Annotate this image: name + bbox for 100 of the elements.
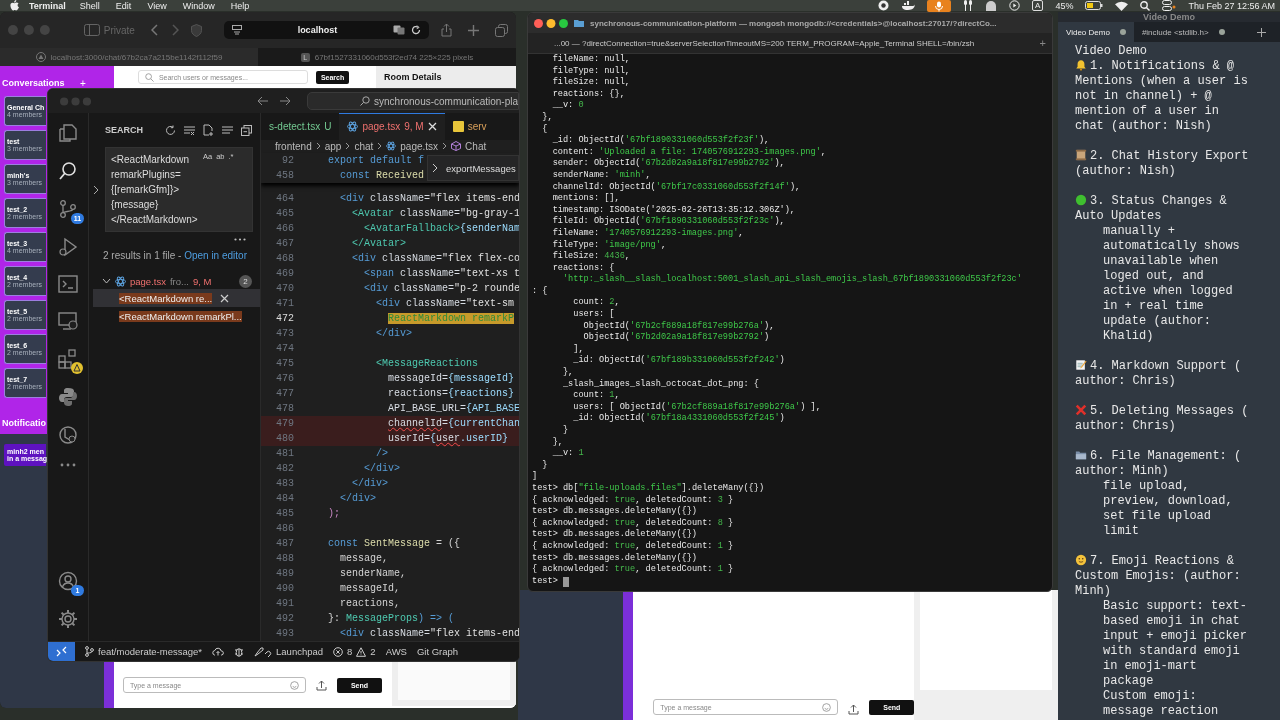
terminal-line: } (541, 459, 549, 472)
close-icon[interactable] (427, 122, 437, 132)
terminal-icon[interactable] (58, 275, 78, 293)
cloud-upload-icon[interactable] (212, 647, 225, 656)
refresh-icon[interactable] (165, 124, 176, 136)
terminal-line: senderName: 'minh', (551, 169, 652, 182)
back-icon[interactable] (257, 96, 270, 106)
results-summary: 2 results in 1 file - Open in editor (103, 249, 248, 263)
share-icon[interactable] (441, 23, 452, 37)
search-result-item[interactable]: <ReactMarkdown remarkPl... (93, 307, 260, 325)
chevron-right-icon (442, 142, 448, 151)
open-in-editor-link[interactable]: Open in editor (184, 250, 247, 261)
command-center[interactable]: synchronous-communication-pla (307, 92, 519, 110)
account-icon[interactable] (58, 571, 78, 591)
search-icon[interactable] (1140, 0, 1151, 11)
search-result-item[interactable]: <ReactMarkdown re... (93, 289, 260, 307)
terminal-line: users: [ (572, 309, 616, 321)
terminal-line: fileName: '1740576912293-images.png', (551, 227, 745, 240)
record-icon[interactable] (878, 0, 890, 11)
menu-item[interactable]: Edit (115, 0, 132, 11)
battery-icon[interactable] (1085, 1, 1104, 10)
lines-icon[interactable] (222, 124, 233, 136)
menu-item[interactable]: View (147, 0, 167, 11)
editor-tab[interactable]: Video Demo (1058, 22, 1134, 42)
files-icon[interactable] (58, 123, 78, 143)
git-graph-button[interactable]: Git Graph (416, 646, 459, 657)
terminal-line: ], (572, 343, 585, 355)
new-file-icon[interactable] (203, 124, 214, 136)
terminal-line: _id: ObjectId('67bf18a4331060d553f2f245') (572, 413, 786, 425)
plus-icon[interactable] (468, 24, 479, 36)
remote-button[interactable] (48, 642, 75, 661)
bug-icon[interactable] (234, 646, 245, 657)
clock[interactable]: Thu Feb 27 12:56 AM (1188, 0, 1275, 11)
menu-item[interactable]: Window (182, 0, 215, 11)
editor-tab[interactable]: s-detect.tsx U (261, 113, 340, 140)
wifi-icon[interactable] (1115, 0, 1129, 11)
more-icon[interactable] (60, 463, 76, 467)
code-line: </div> (375, 328, 413, 339)
editor-tab[interactable]: page.tsx 9, M (339, 113, 445, 140)
plus-icon[interactable] (1257, 27, 1266, 37)
breadcrumb-item[interactable]: app (324, 140, 342, 152)
apple-icon[interactable] (10, 0, 19, 11)
line-number: 473 (275, 328, 294, 339)
chevron-right-icon (315, 142, 321, 151)
atom-icon (115, 275, 126, 287)
editor-tab[interactable]: serv (444, 113, 495, 140)
run-debug-icon[interactable] (58, 237, 78, 257)
more-icon[interactable] (234, 238, 246, 241)
launchpad-button[interactable]: Launchpad (254, 646, 324, 657)
terminal-tab[interactable]: ...00 — ?directConnection=true&serverSelectionTimeoutMS=200 TERM_PROGRAM=Apple_Terminal SHELL=/bin/zsh (554, 38, 975, 48)
snakes-icon[interactable] (58, 387, 78, 407)
code-line: const SentMessage = ({ (328, 538, 461, 549)
terminal-line: reactions: { (551, 262, 616, 274)
error-icon (333, 646, 344, 657)
collapse-all-icon[interactable] (241, 124, 252, 136)
play-icon[interactable] (1009, 0, 1021, 11)
menu-item[interactable]: Help (230, 0, 250, 11)
menu-app-name[interactable]: Terminal (29, 0, 66, 11)
terminal-line: count: 1, (572, 390, 621, 402)
line-number: 481 (275, 448, 294, 459)
code-line: <AvatarFallback>{senderNam (363, 223, 519, 234)
window-buttons-icon[interactable] (534, 18, 568, 28)
outline-dropdown[interactable]: exportMessages (427, 155, 519, 181)
problems-indicator[interactable]: 8 2 (333, 646, 376, 657)
sidebar-icon[interactable] (83, 24, 100, 36)
settings-icon[interactable] (58, 609, 78, 629)
close-icon[interactable] (220, 293, 230, 303)
branch-indicator[interactable]: feat/moderate-message* (85, 646, 203, 657)
input-source-indicator[interactable]: A (1032, 0, 1044, 11)
chevron-right-icon[interactable] (93, 184, 100, 195)
breadcrumb-item[interactable]: page.tsx (400, 140, 439, 152)
upload-icon[interactable] (848, 704, 860, 715)
breadcrumb-item[interactable]: frontend (275, 140, 312, 152)
remote-explorer-icon[interactable] (58, 311, 78, 331)
search-icon[interactable] (58, 161, 78, 181)
feature-title: 7. Emoji Reactions & Custom Emojis: (author: Minh) (1075, 554, 1242, 599)
upload-icon[interactable] (315, 679, 327, 691)
new-tab-button[interactable]: + (1039, 37, 1046, 49)
earbuds-icon[interactable] (963, 0, 974, 11)
forward-icon[interactable] (279, 96, 292, 106)
editor-tab[interactable]: #include <stdlib.h> (1133, 22, 1233, 42)
microphone-icon[interactable] (927, 0, 952, 12)
aws-status[interactable]: AWS (385, 646, 407, 657)
extensions-icon[interactable] (58, 349, 78, 369)
line-number: 467 (275, 238, 294, 249)
feature-title: 1. Notifications & @ Mentions (when a user is not in channel) + @ mention of a user in chat (author: Nish) (1075, 59, 1249, 134)
breadcrumb-item[interactable]: chat (354, 140, 374, 152)
reload-icon[interactable] (411, 25, 421, 35)
line-number: 480 (275, 433, 294, 444)
terminal-line: fileType: null, (551, 65, 631, 77)
clear-results-icon[interactable] (184, 124, 195, 136)
add-conversation-button[interactable]: + (80, 77, 86, 89)
menu-item[interactable]: Shell (79, 0, 100, 11)
control-center-icon[interactable] (1162, 0, 1177, 11)
back-icon[interactable] (150, 24, 159, 36)
translate-icon[interactable] (393, 25, 405, 35)
breadcrumb-item[interactable]: Chat (465, 140, 487, 152)
address-bar[interactable]: localhost (223, 21, 429, 39)
tabs-overview-icon[interactable] (495, 23, 508, 37)
result-file-row[interactable]: page.tsx fro... 9, M 2 (93, 273, 260, 289)
